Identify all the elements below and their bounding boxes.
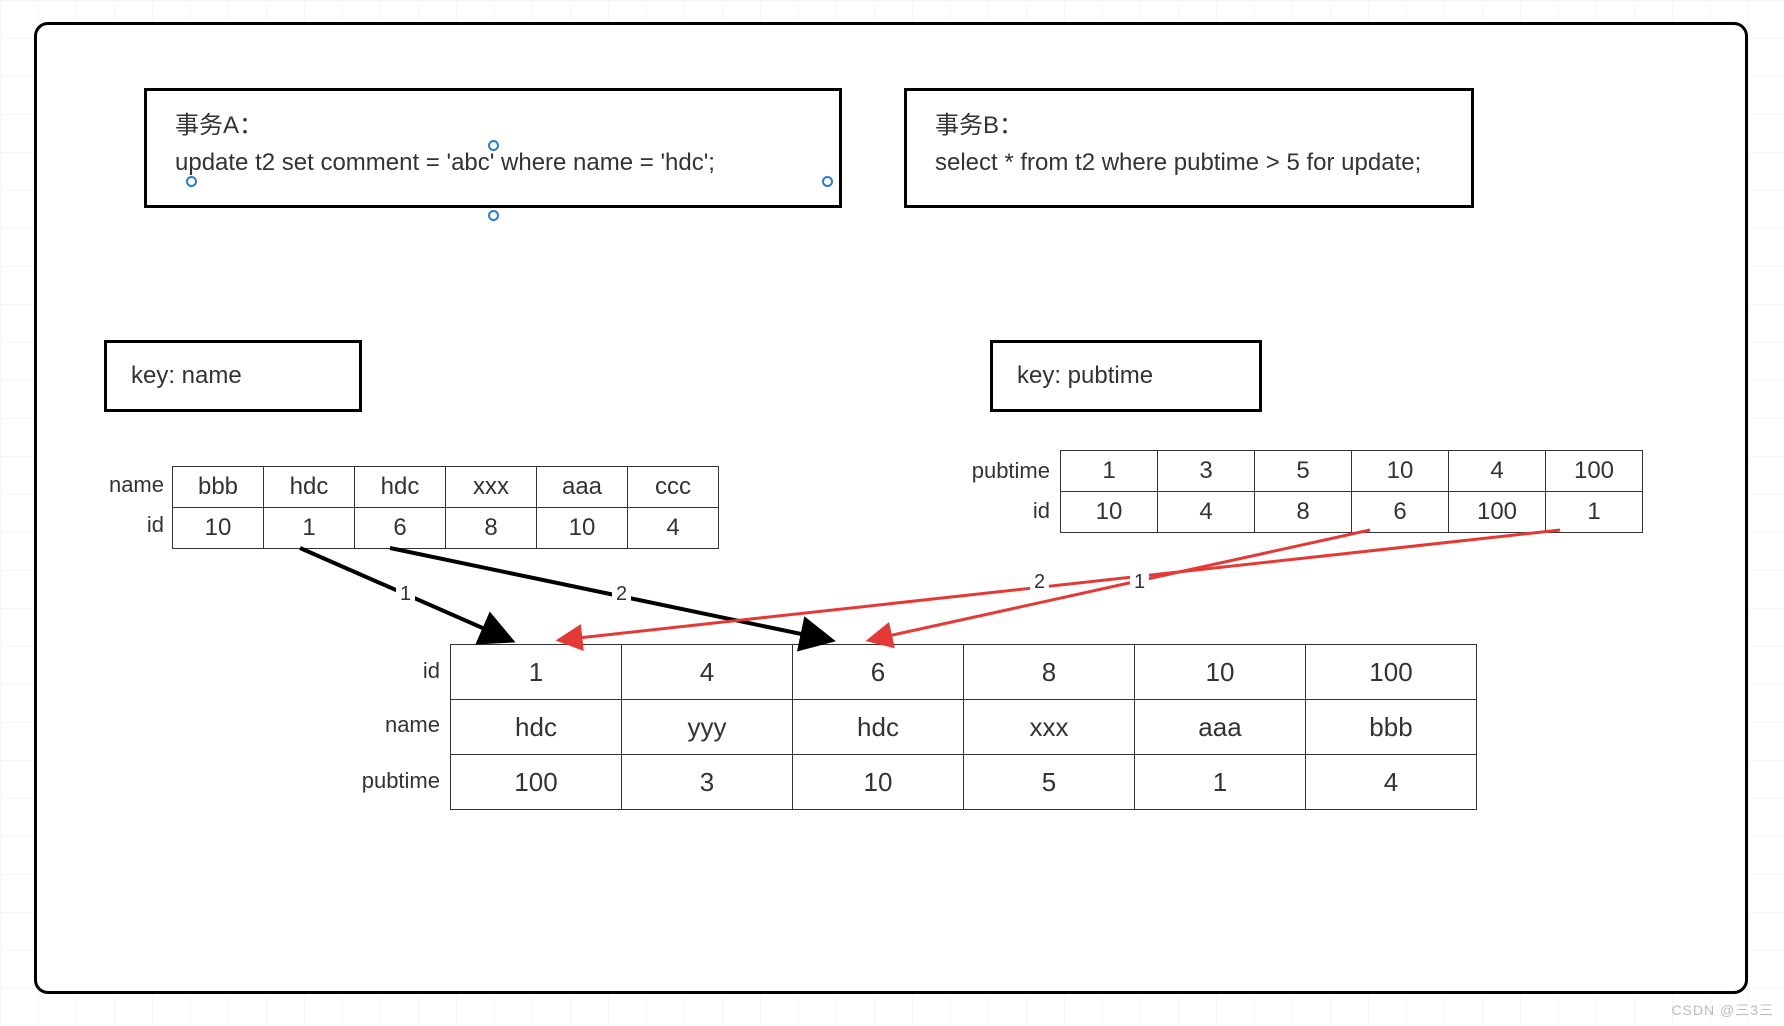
table-row: 1 3 5 10 4 100 [1061, 451, 1643, 492]
main-row-label-pubtime: pubtime [340, 768, 440, 794]
cell: ccc [628, 467, 719, 508]
cell: xxx [964, 700, 1135, 755]
cell: 10 [1352, 451, 1449, 492]
cell: 100 [1546, 451, 1643, 492]
table-row: bbb hdc hdc xxx aaa ccc [173, 467, 719, 508]
cell: aaa [1135, 700, 1306, 755]
arrow-red-2-label: 2 [1030, 572, 1049, 592]
cell: 4 [1449, 451, 1546, 492]
table-row: hdc yyy hdc xxx aaa bbb [451, 700, 1477, 755]
key-pubtime-label: key: pubtime [1017, 362, 1153, 390]
cell: 6 [355, 508, 446, 549]
cell: 10 [537, 508, 628, 549]
arrow-black-2-label: 2 [612, 584, 631, 604]
cell: 10 [173, 508, 264, 549]
cell: 8 [964, 645, 1135, 700]
cell: 5 [964, 755, 1135, 810]
cell: 3 [1158, 451, 1255, 492]
diagram-canvas: 事务A： update t2 set comment = 'abc' where… [0, 0, 1784, 1026]
cell: 6 [1352, 492, 1449, 533]
cell: 4 [622, 645, 793, 700]
key-name-label: key: name [131, 362, 242, 390]
cell: 4 [1158, 492, 1255, 533]
cell: hdc [451, 700, 622, 755]
cell: yyy [622, 700, 793, 755]
cell: 10 [793, 755, 964, 810]
cell: 4 [628, 508, 719, 549]
transaction-b-sql: select * from t2 where pubtime > 5 for u… [935, 146, 1443, 181]
cell: 10 [1061, 492, 1158, 533]
cell: 100 [451, 755, 622, 810]
index-pubtime-table: 1 3 5 10 4 100 10 4 8 6 100 1 [1060, 450, 1643, 533]
index-name-table: bbb hdc hdc xxx aaa ccc 10 1 6 8 10 4 [172, 466, 719, 549]
cell: aaa [537, 467, 628, 508]
index-pubtime-row-label-pubtime: pubtime [940, 458, 1050, 484]
main-row-label-name: name [340, 712, 440, 738]
cell: 8 [1255, 492, 1352, 533]
key-name-box: key: name [104, 340, 362, 412]
table-row: 1 4 6 8 10 100 [451, 645, 1477, 700]
transaction-b-box: 事务B： select * from t2 where pubtime > 5 … [904, 88, 1474, 208]
cell: 1 [1546, 492, 1643, 533]
table-row: 10 4 8 6 100 1 [1061, 492, 1643, 533]
cell: 6 [793, 645, 964, 700]
cell: 3 [622, 755, 793, 810]
selection-handle-icon [488, 210, 499, 221]
selection-handle-icon [822, 176, 833, 187]
table-row: 100 3 10 5 1 4 [451, 755, 1477, 810]
table-row: 10 1 6 8 10 4 [173, 508, 719, 549]
transaction-b-title: 事务B： [935, 109, 1443, 144]
index-name-row-label-id: id [78, 512, 164, 538]
main-table: 1 4 6 8 10 100 hdc yyy hdc xxx aaa bbb 1… [450, 644, 1477, 810]
cell: 5 [1255, 451, 1352, 492]
selection-handle-icon [186, 176, 197, 187]
arrow-red-1-label: 1 [1130, 572, 1149, 592]
cell: bbb [173, 467, 264, 508]
cell: 1 [1135, 755, 1306, 810]
selection-handle-icon [488, 140, 499, 151]
main-row-label-id: id [340, 658, 440, 684]
transaction-a-title: 事务A： [175, 109, 811, 144]
index-pubtime-row-label-id: id [940, 498, 1050, 524]
arrow-black-1-label: 1 [396, 584, 415, 604]
index-name-row-label-name: name [78, 472, 164, 498]
cell: bbb [1306, 700, 1477, 755]
cell: hdc [793, 700, 964, 755]
cell: hdc [264, 467, 355, 508]
cell: 100 [1449, 492, 1546, 533]
cell: 10 [1135, 645, 1306, 700]
transaction-a-sql: update t2 set comment = 'abc' where name… [175, 146, 811, 181]
watermark: CSDN @三3三 [1671, 1000, 1774, 1020]
cell: hdc [355, 467, 446, 508]
cell: 1 [451, 645, 622, 700]
cell: 100 [1306, 645, 1477, 700]
key-pubtime-box: key: pubtime [990, 340, 1262, 412]
cell: 1 [1061, 451, 1158, 492]
cell: 8 [446, 508, 537, 549]
cell: 4 [1306, 755, 1477, 810]
cell: xxx [446, 467, 537, 508]
cell: 1 [264, 508, 355, 549]
